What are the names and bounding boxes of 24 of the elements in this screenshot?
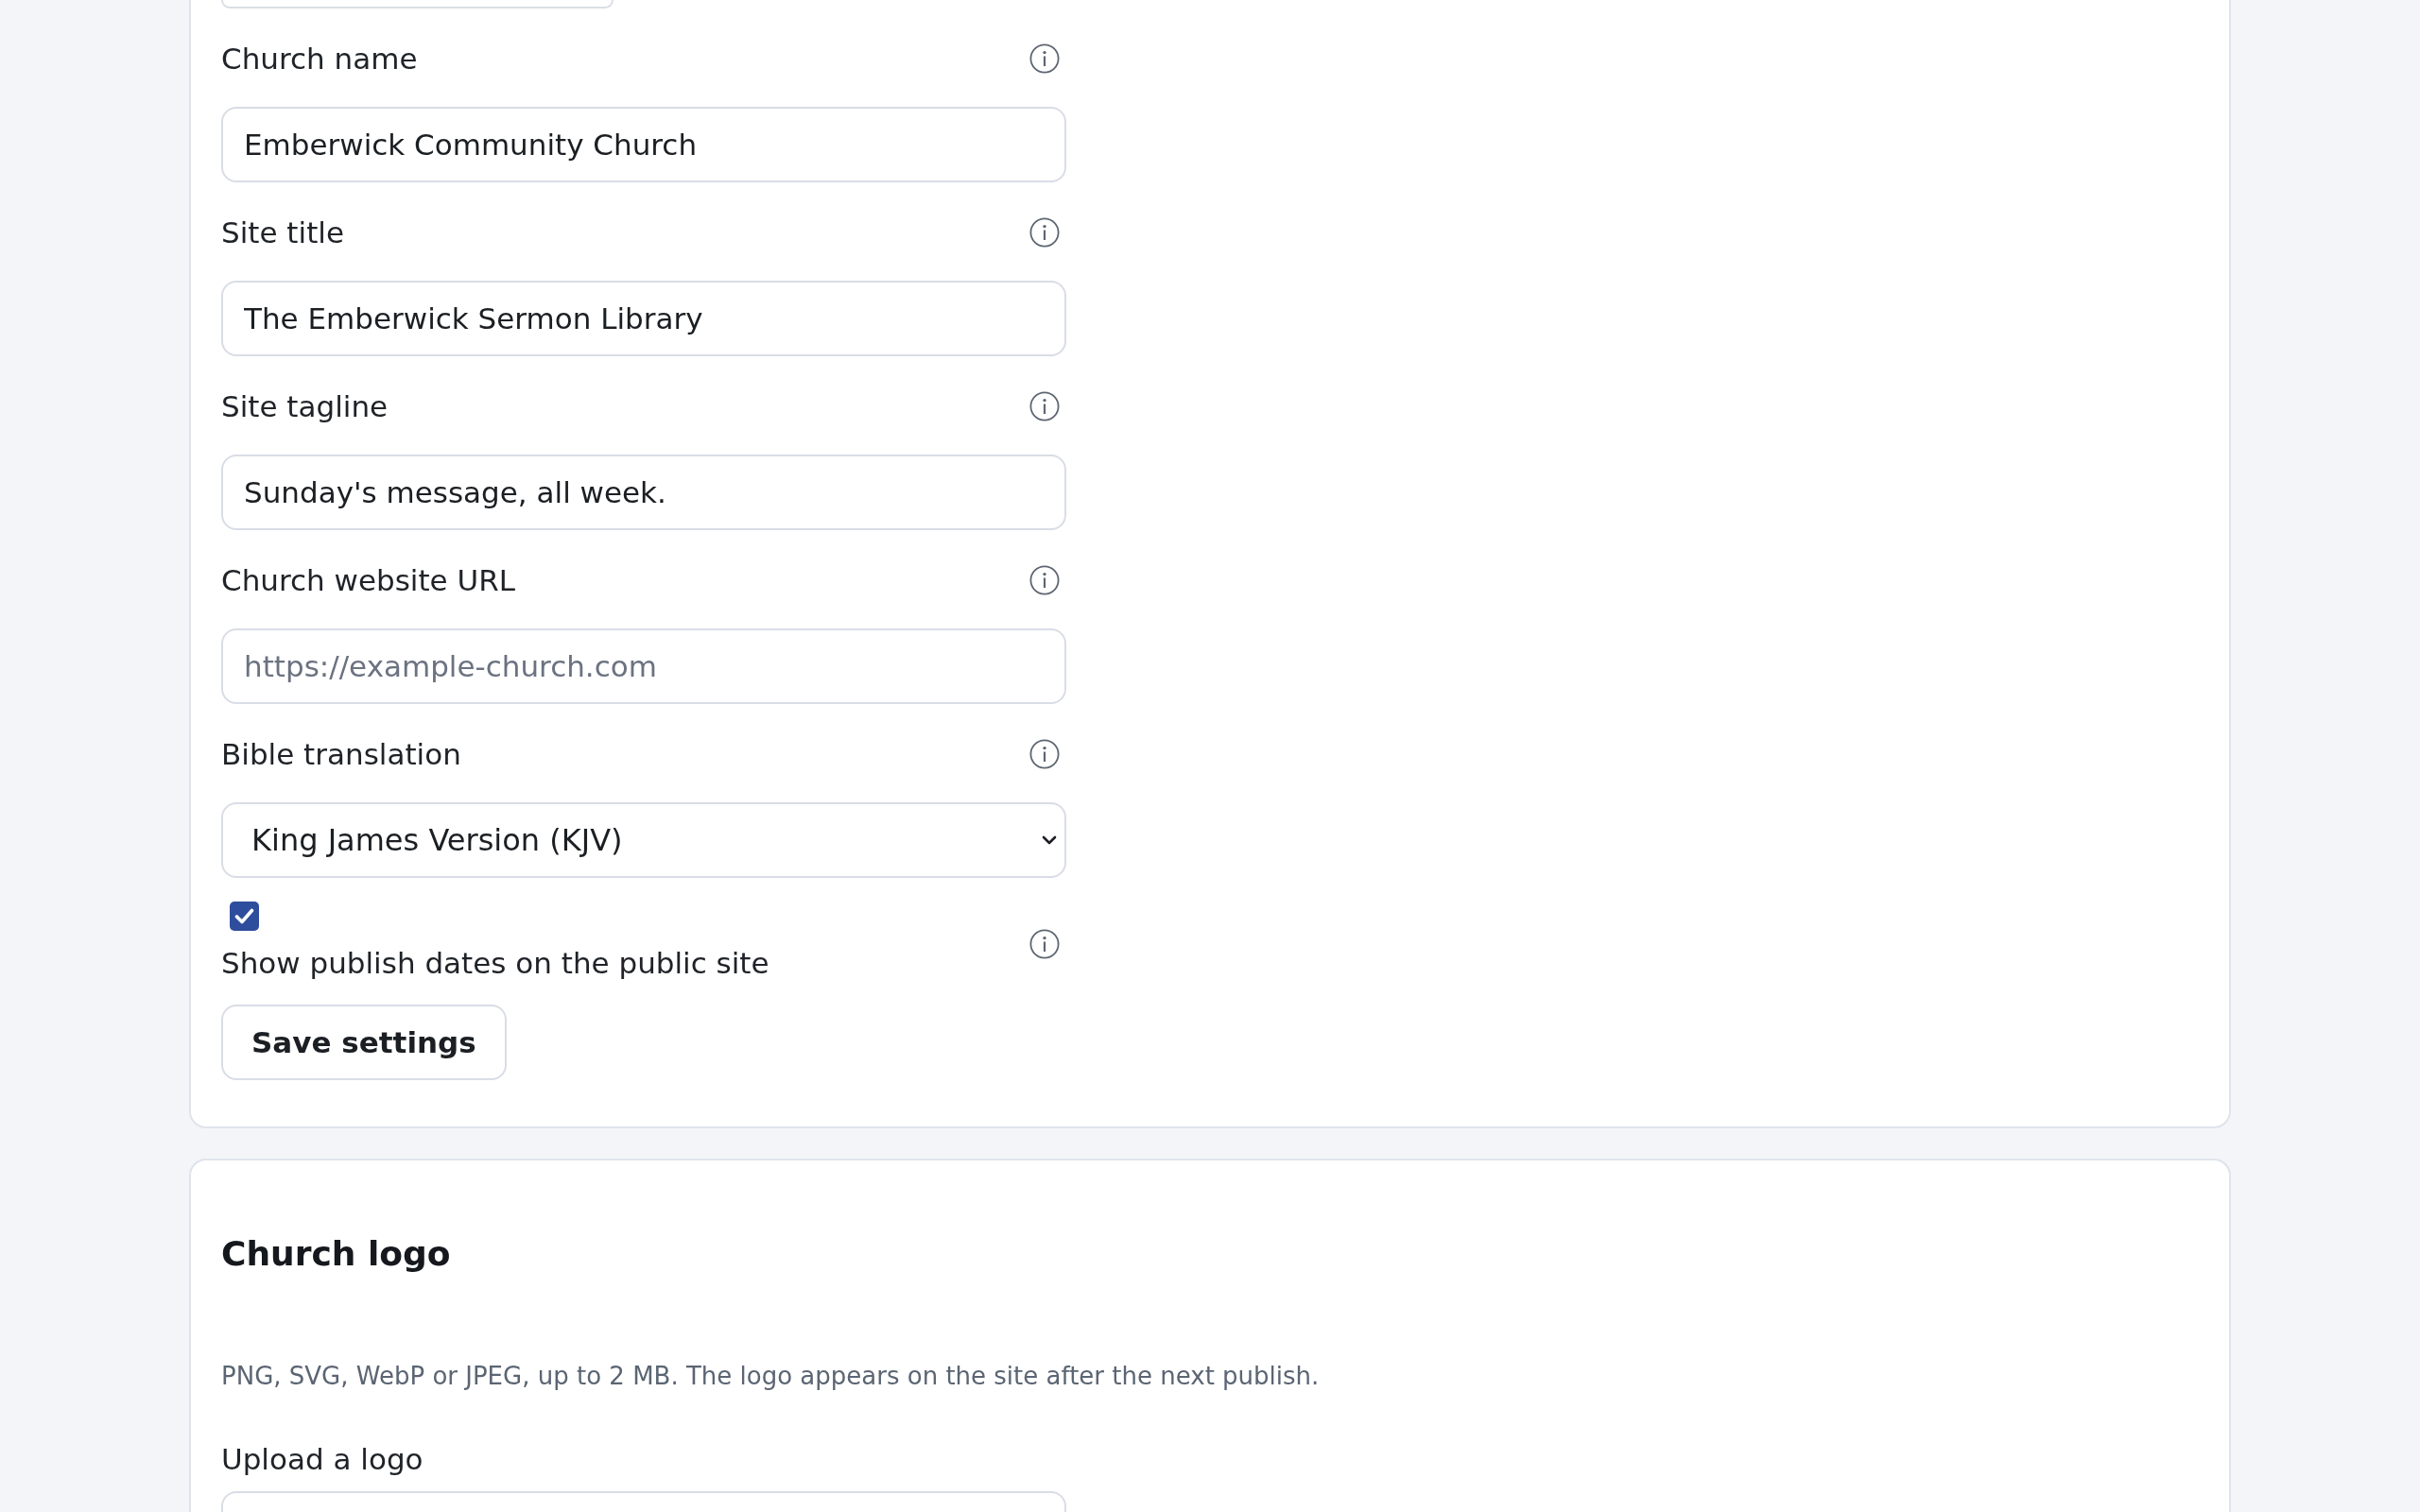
info-icon[interactable] (1029, 565, 1060, 595)
field-label: Upload a logo (221, 1441, 424, 1478)
input-field[interactable] (221, 0, 614, 9)
field-label: Site tagline (221, 388, 389, 425)
input-field[interactable]: Emberwick Community Church (221, 107, 1066, 182)
section-heading: Church logo (221, 1233, 451, 1275)
checkbox-label: Show publish dates on the public site (221, 945, 769, 982)
save-settings-button[interactable]: Save settings (221, 1005, 507, 1080)
chevron-down-icon (1042, 835, 1057, 845)
input-field[interactable]: https://example-church.com (221, 628, 1066, 704)
info-icon[interactable] (1029, 739, 1060, 769)
field-label: Church website URL (221, 562, 515, 599)
info-icon[interactable] (1029, 217, 1060, 248)
input-field[interactable]: The Emberwick Sermon Library (221, 281, 1066, 356)
info-icon[interactable] (1029, 391, 1060, 421)
field-label: Site title (221, 215, 344, 251)
info-icon[interactable] (1029, 43, 1060, 74)
checkbox[interactable] (230, 902, 259, 931)
input-field[interactable]: Sunday's message, all week. (221, 455, 1066, 530)
field-label: Bible translation (221, 736, 461, 773)
field-label: Church name (221, 41, 418, 77)
help-text: PNG, SVG, WebP or JPEG, up to 2 MB. The logo appears on the site after the next publish. (221, 1361, 1320, 1392)
select-field[interactable]: King James Version (KJV) (221, 802, 1066, 878)
info-icon[interactable] (1029, 928, 1060, 959)
